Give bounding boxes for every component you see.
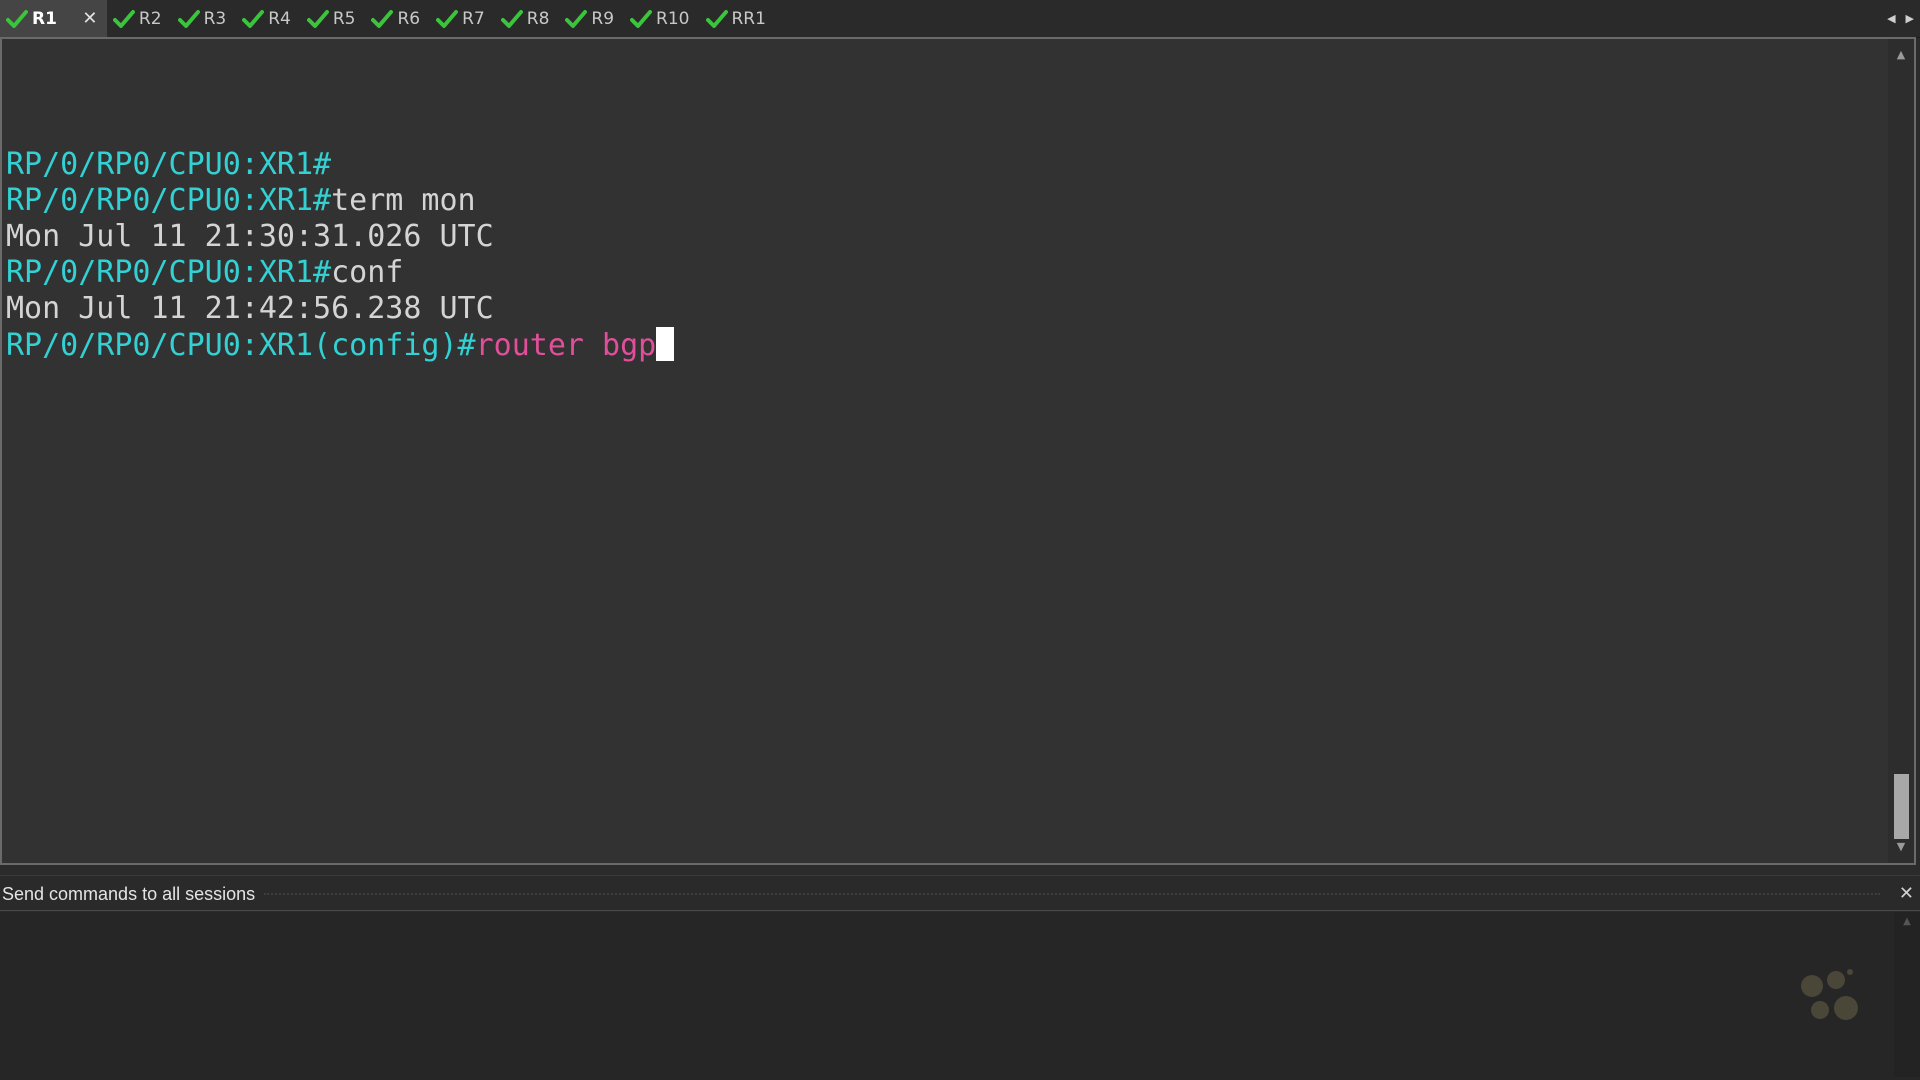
tab-list: R1 ✕ R2 R3 R4 R5 R6 R7 R8 R9 R10 RR1 [0, 0, 776, 37]
terminal-text: conf [331, 255, 404, 290]
terminal-line: RP/0/RP0/CPU0:XR1#term mon [6, 183, 674, 219]
send-commands-input[interactable] [0, 912, 1892, 1077]
check-icon [112, 9, 135, 28]
terminal-text: Mon Jul 11 21:30:31.026 UTC [6, 219, 494, 254]
send-commands-area: ▲ [0, 912, 1920, 1080]
terminal-window[interactable]: RP/0/RP0/CPU0:XR1# RP/0/RP0/CPU0:XR1#term… [0, 37, 1916, 865]
terminal-line: Mon Jul 11 21:42:56.238 UTC [6, 291, 674, 327]
check-icon [6, 9, 28, 28]
terminal-prompt: RP/0/RP0/CPU0:XR1# [6, 255, 332, 290]
tab-r3[interactable]: R3 [172, 0, 237, 37]
tab-label: R8 [526, 8, 550, 29]
terminal-prompt: RP/0/RP0/CPU0:XR1(config)# [6, 328, 476, 363]
tab-r9[interactable]: R9 [559, 0, 624, 37]
tab-label: R3 [203, 8, 227, 29]
terminal-line: RP/0/RP0/CPU0:XR1#conf [6, 255, 674, 291]
text-cursor [656, 327, 675, 361]
tab-r5[interactable]: R5 [301, 0, 366, 37]
tab-r7[interactable]: R7 [430, 0, 495, 37]
tab-label: R2 [138, 8, 162, 29]
terminal-line: RP/0/RP0/CPU0:XR1# [6, 147, 674, 183]
terminal-text: Mon Jul 11 21:42:56.238 UTC [6, 291, 494, 326]
watermark-logo-icon [1801, 969, 1858, 1020]
send-commands-scrollbar[interactable]: ▲ [1894, 912, 1920, 1077]
close-icon[interactable]: ✕ [79, 8, 101, 30]
terminal-text: term mon [331, 183, 476, 218]
scroll-up-icon[interactable]: ▲ [1894, 916, 1920, 927]
tab-scroll-controls: ◀ ▶ [1887, 0, 1914, 37]
scroll-up-icon[interactable]: ▲ [1888, 45, 1914, 65]
check-icon [565, 9, 588, 28]
terminal-prompt: RP/0/RP0/CPU0:XR1# [6, 183, 332, 218]
session-tab-bar: R1 ✕ R2 R3 R4 R5 R6 R7 R8 R9 R10 RR1 ◀ ▶ [0, 0, 1920, 38]
tab-label: R9 [591, 8, 615, 29]
tab-label: R5 [332, 8, 356, 29]
terminal-line: Mon Jul 11 21:30:31.026 UTC [6, 219, 674, 255]
check-icon [436, 9, 459, 28]
tab-r8[interactable]: R8 [495, 0, 560, 37]
tab-label: R6 [397, 8, 421, 29]
scrollbar-thumb[interactable] [1894, 774, 1909, 839]
terminal-output: RP/0/RP0/CPU0:XR1# RP/0/RP0/CPU0:XR1#term… [6, 147, 675, 363]
check-icon [705, 9, 728, 28]
terminal-line: RP/0/RP0/CPU0:XR1(config)#router bgp [6, 327, 675, 363]
tab-r4[interactable]: R4 [236, 0, 301, 37]
terminal-prompt: RP/0/RP0/CPU0:XR1# [6, 147, 332, 182]
tab-r10[interactable]: R10 [624, 0, 699, 37]
check-icon [630, 9, 653, 28]
tab-label: R7 [462, 8, 485, 29]
caret-left-icon[interactable]: ◀ [1887, 12, 1895, 25]
tab-label: R1 [32, 8, 57, 29]
scroll-down-icon[interactable]: ▼ [1888, 837, 1914, 857]
terminal-pending-command: router bgp [475, 328, 657, 363]
tab-label: RR1 [731, 8, 766, 29]
check-icon [242, 9, 265, 28]
check-icon [306, 9, 329, 28]
send-commands-header: Send commands to all sessions ✕ [0, 875, 1920, 911]
panel-grip[interactable] [264, 893, 1880, 895]
tab-label: R10 [656, 8, 690, 29]
tab-r6[interactable]: R6 [365, 0, 430, 37]
check-icon [371, 9, 394, 28]
check-icon [500, 9, 523, 28]
send-commands-title: Send commands to all sessions [2, 884, 256, 904]
tab-rr1[interactable]: RR1 [700, 0, 776, 37]
close-icon[interactable]: ✕ [1899, 876, 1914, 912]
tab-label: R4 [268, 8, 291, 29]
check-icon [177, 9, 200, 28]
terminal-scrollbar[interactable]: ▲ ▼ [1888, 39, 1914, 863]
tab-r2[interactable]: R2 [107, 0, 172, 37]
tab-r1[interactable]: R1 ✕ [0, 0, 107, 37]
caret-right-icon[interactable]: ▶ [1906, 12, 1914, 25]
